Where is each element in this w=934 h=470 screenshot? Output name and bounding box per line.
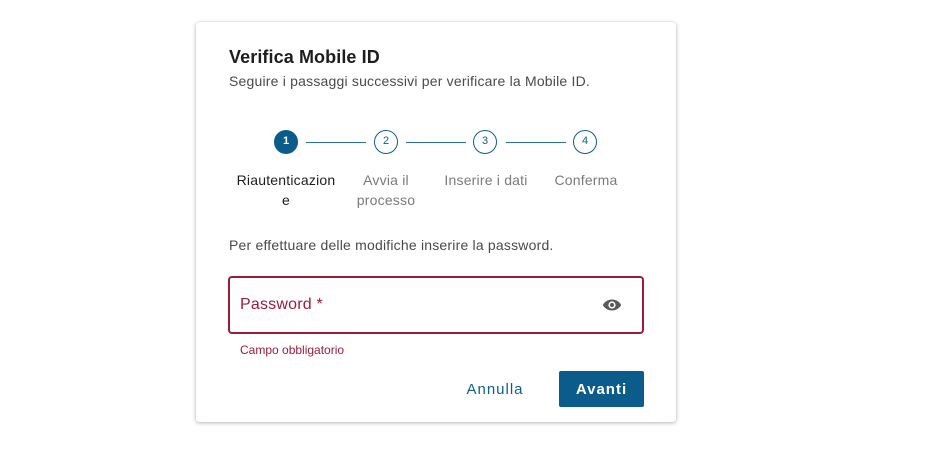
step-connector-2-3 <box>406 142 466 143</box>
cancel-button[interactable]: Annulla <box>454 371 536 407</box>
step-1-label: Riautenticazione <box>236 172 336 208</box>
step-1-circle: 1 <box>274 130 298 154</box>
dialog-title: Verifica Mobile ID <box>229 47 380 67</box>
password-error-text: Campo obbligatorio <box>240 343 345 357</box>
step-2-label: Avvia il processo <box>356 172 416 208</box>
next-button[interactable]: Avanti <box>559 371 644 407</box>
step-2-circle: 2 <box>374 130 398 154</box>
verify-mobile-id-dialog: Verifica Mobile ID Seguire i passaggi su… <box>196 22 676 422</box>
password-field[interactable]: Password * <box>228 276 644 334</box>
step-4-circle: 4 <box>573 130 597 154</box>
password-instruction: Per effettuare delle modifiche inserire … <box>229 237 554 253</box>
stepper: 1 2 3 4 Riautenticazione Avvia il proces… <box>196 130 676 230</box>
eye-icon[interactable] <box>602 297 622 313</box>
step-4-label: Conferma <box>554 172 618 188</box>
step-3-label: Inserire i dati <box>444 172 528 188</box>
step-connector-3-4 <box>506 142 566 143</box>
dialog-subtitle: Seguire i passaggi successivi per verifi… <box>229 73 590 89</box>
step-connector-1-2 <box>306 142 366 143</box>
step-3-circle: 3 <box>473 130 497 154</box>
password-input[interactable] <box>240 286 594 326</box>
